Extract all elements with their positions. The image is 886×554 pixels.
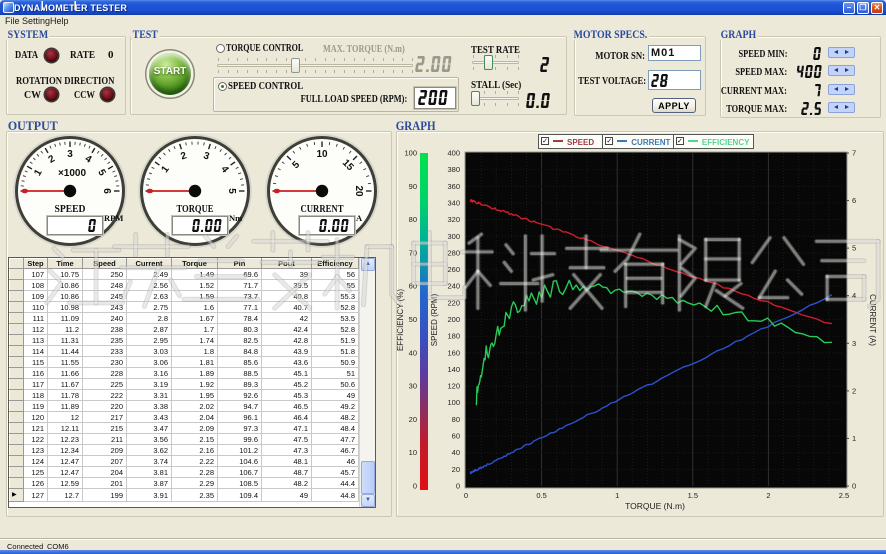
svg-text:CURRENT: CURRENT (301, 203, 345, 215)
svg-text:120: 120 (447, 382, 460, 391)
svg-text:80: 80 (409, 215, 417, 224)
svg-text:1: 1 (852, 434, 856, 443)
svg-text:2: 2 (766, 491, 770, 500)
svg-text:Nm: Nm (229, 213, 242, 223)
svg-text:6: 6 (101, 188, 112, 194)
svg-text:SPEED (RPM): SPEED (RPM) (430, 293, 439, 346)
svg-text:10: 10 (409, 448, 417, 457)
svg-text:220: 220 (447, 298, 460, 307)
svg-text:100: 100 (447, 398, 460, 407)
svg-text:300: 300 (447, 232, 460, 241)
svg-text:360: 360 (447, 182, 460, 191)
svg-text:180: 180 (447, 332, 460, 341)
svg-text:×1000: ×1000 (58, 168, 87, 179)
svg-text:20: 20 (353, 185, 364, 197)
svg-text:140: 140 (447, 365, 460, 374)
svg-text:380: 380 (447, 165, 460, 174)
svg-text:5: 5 (852, 244, 856, 253)
svg-text:320: 320 (447, 215, 460, 224)
svg-text:TORQUE (N.m): TORQUE (N.m) (625, 501, 685, 511)
svg-text:240: 240 (447, 282, 460, 291)
svg-text:0: 0 (464, 491, 468, 500)
svg-text:0.5: 0.5 (536, 491, 546, 500)
svg-text:3: 3 (67, 149, 73, 160)
svg-text:60: 60 (409, 282, 417, 291)
svg-text:SPEED: SPEED (55, 203, 86, 215)
svg-text:4: 4 (852, 291, 856, 300)
svg-text:EFFICIENCY (%): EFFICIENCY (%) (396, 289, 405, 351)
svg-text:0: 0 (456, 482, 460, 491)
svg-text:2: 2 (852, 386, 856, 395)
svg-text:280: 280 (447, 248, 460, 257)
svg-text:0: 0 (413, 482, 417, 491)
svg-text:30: 30 (409, 382, 417, 391)
svg-text:40: 40 (409, 348, 417, 357)
svg-text:20: 20 (409, 415, 417, 424)
svg-text:260: 260 (447, 265, 460, 274)
svg-text:10: 10 (316, 149, 328, 160)
svg-text:0: 0 (852, 482, 856, 491)
svg-text:1: 1 (615, 491, 619, 500)
svg-text:60: 60 (452, 432, 460, 441)
svg-text:1.5: 1.5 (688, 491, 698, 500)
svg-text:3: 3 (852, 339, 856, 348)
svg-text:20: 20 (452, 465, 460, 474)
svg-text:TORQUE: TORQUE (177, 203, 214, 215)
svg-text:6: 6 (852, 196, 856, 205)
svg-text:CURRENT (A): CURRENT (A) (868, 294, 877, 346)
svg-text:5: 5 (226, 188, 237, 194)
svg-text:RPM: RPM (104, 213, 123, 223)
svg-text:50: 50 (409, 315, 417, 324)
svg-text:400: 400 (447, 149, 460, 158)
svg-text:7: 7 (852, 149, 856, 158)
svg-text:100: 100 (404, 149, 417, 158)
svg-text:160: 160 (447, 348, 460, 357)
svg-text:340: 340 (447, 198, 460, 207)
svg-text:2.5: 2.5 (839, 491, 849, 500)
svg-text:A: A (356, 213, 363, 223)
svg-text:70: 70 (409, 248, 417, 257)
svg-text:200: 200 (447, 315, 460, 324)
svg-text:80: 80 (452, 415, 460, 424)
svg-text:40: 40 (452, 448, 460, 457)
svg-text:90: 90 (409, 182, 417, 191)
